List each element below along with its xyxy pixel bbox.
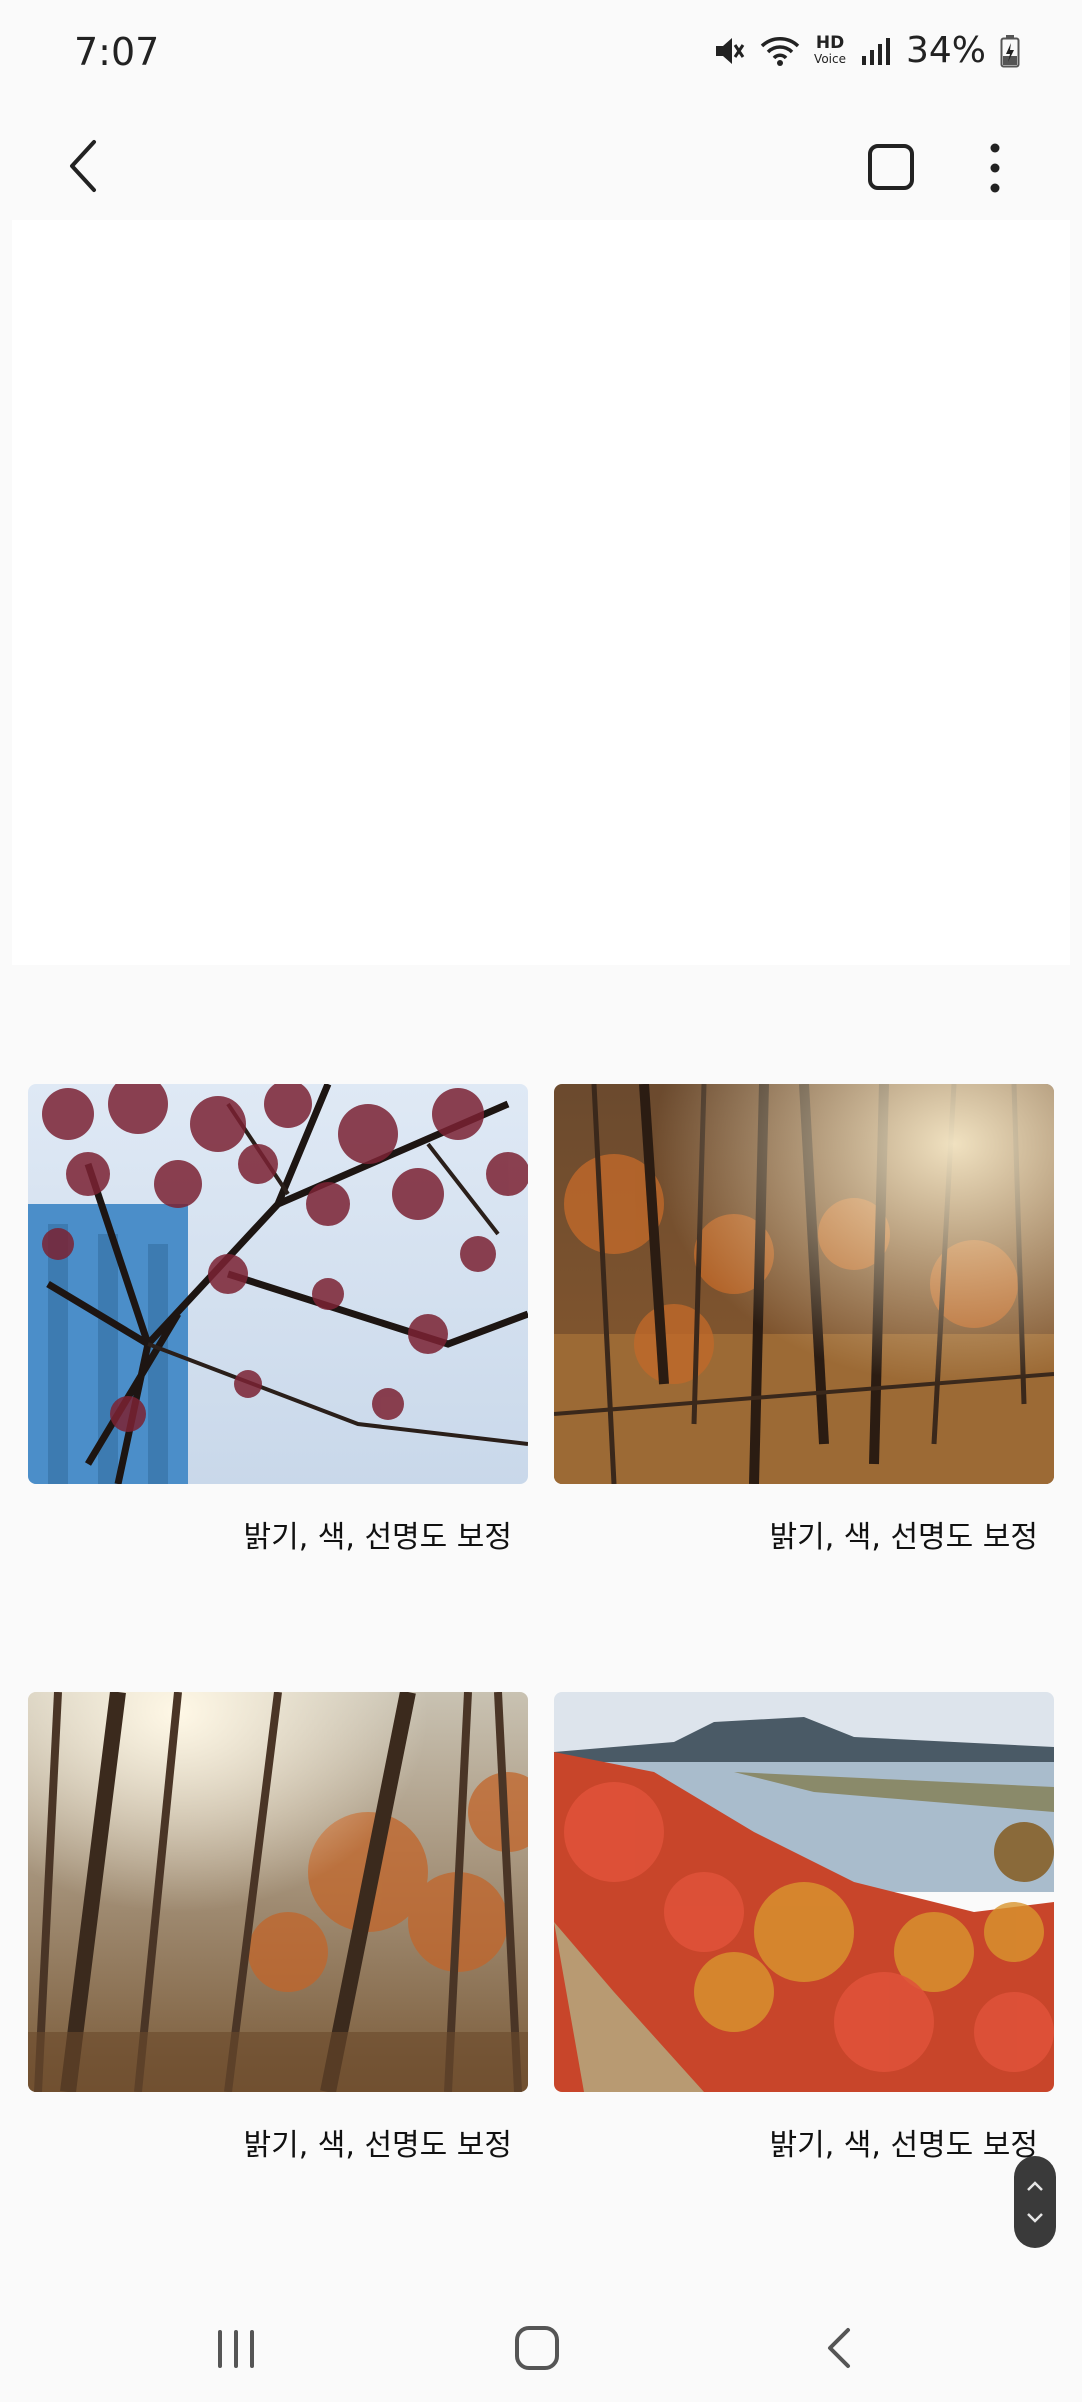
hd-label: HD	[815, 32, 845, 53]
recents-button[interactable]	[206, 2318, 266, 2378]
photo-riverside	[554, 1692, 1054, 2092]
voice-label: Voice	[814, 51, 846, 66]
photo-card[interactable]: 밝기, 색, 선명도 보정	[554, 1084, 1054, 1555]
photo-thumbnail[interactable]	[554, 1692, 1054, 2092]
nav-back-button[interactable]	[810, 2318, 870, 2378]
photo-card[interactable]: 밝기, 색, 선명도 보정	[554, 1692, 1054, 2163]
select-square-icon	[868, 144, 914, 190]
photo-card[interactable]: 밝기, 색, 선명도 보정	[28, 1692, 528, 2163]
photo-backlit-forest	[28, 1692, 528, 2092]
photo-caption: 밝기, 색, 선명도 보정	[243, 2128, 512, 2163]
home-icon	[515, 2326, 559, 2370]
mute-icon	[712, 34, 746, 68]
home-button[interactable]	[507, 2318, 567, 2378]
back-button[interactable]	[56, 134, 112, 194]
signal-icon	[860, 36, 892, 66]
more-vertical-icon	[990, 143, 1000, 193]
navigation-bar	[0, 2290, 1082, 2402]
recents-icon	[218, 2330, 254, 2368]
hd-voice-icon: HD Voice	[814, 32, 846, 67]
chevron-up-icon	[1027, 2181, 1043, 2191]
photo-caption: 밝기, 색, 선명도 보정	[769, 1520, 1038, 1555]
more-options-button[interactable]	[970, 140, 1020, 196]
status-bar: 7:07 HD Voice 34%	[0, 0, 1082, 110]
photo-thumbnail[interactable]	[554, 1084, 1054, 1484]
photo-thumbnail[interactable]	[28, 1084, 528, 1484]
photo-caption: 밝기, 색, 선명도 보정	[769, 2128, 1038, 2163]
photo-thumbnail[interactable]	[28, 1692, 528, 2092]
select-button[interactable]	[866, 142, 916, 192]
status-time: 7:07	[74, 30, 160, 74]
wifi-icon	[760, 34, 800, 68]
toolbar	[0, 110, 1082, 220]
back-icon	[828, 2328, 850, 2368]
back-arrow-icon	[70, 140, 96, 192]
photo-card[interactable]: 밝기, 색, 선명도 보정	[28, 1084, 528, 1555]
battery-charging-icon	[1000, 34, 1020, 68]
photo-autumn-forest	[554, 1084, 1054, 1484]
blank-content-panel	[12, 220, 1070, 965]
photo-red-leaves	[28, 1084, 528, 1484]
chevron-down-icon	[1027, 2213, 1043, 2223]
photo-caption: 밝기, 색, 선명도 보정	[243, 1520, 512, 1555]
battery-text: 34%	[905, 30, 986, 71]
fast-scroll-handle[interactable]	[1014, 2156, 1056, 2248]
status-icons: HD Voice 34%	[712, 30, 1020, 71]
